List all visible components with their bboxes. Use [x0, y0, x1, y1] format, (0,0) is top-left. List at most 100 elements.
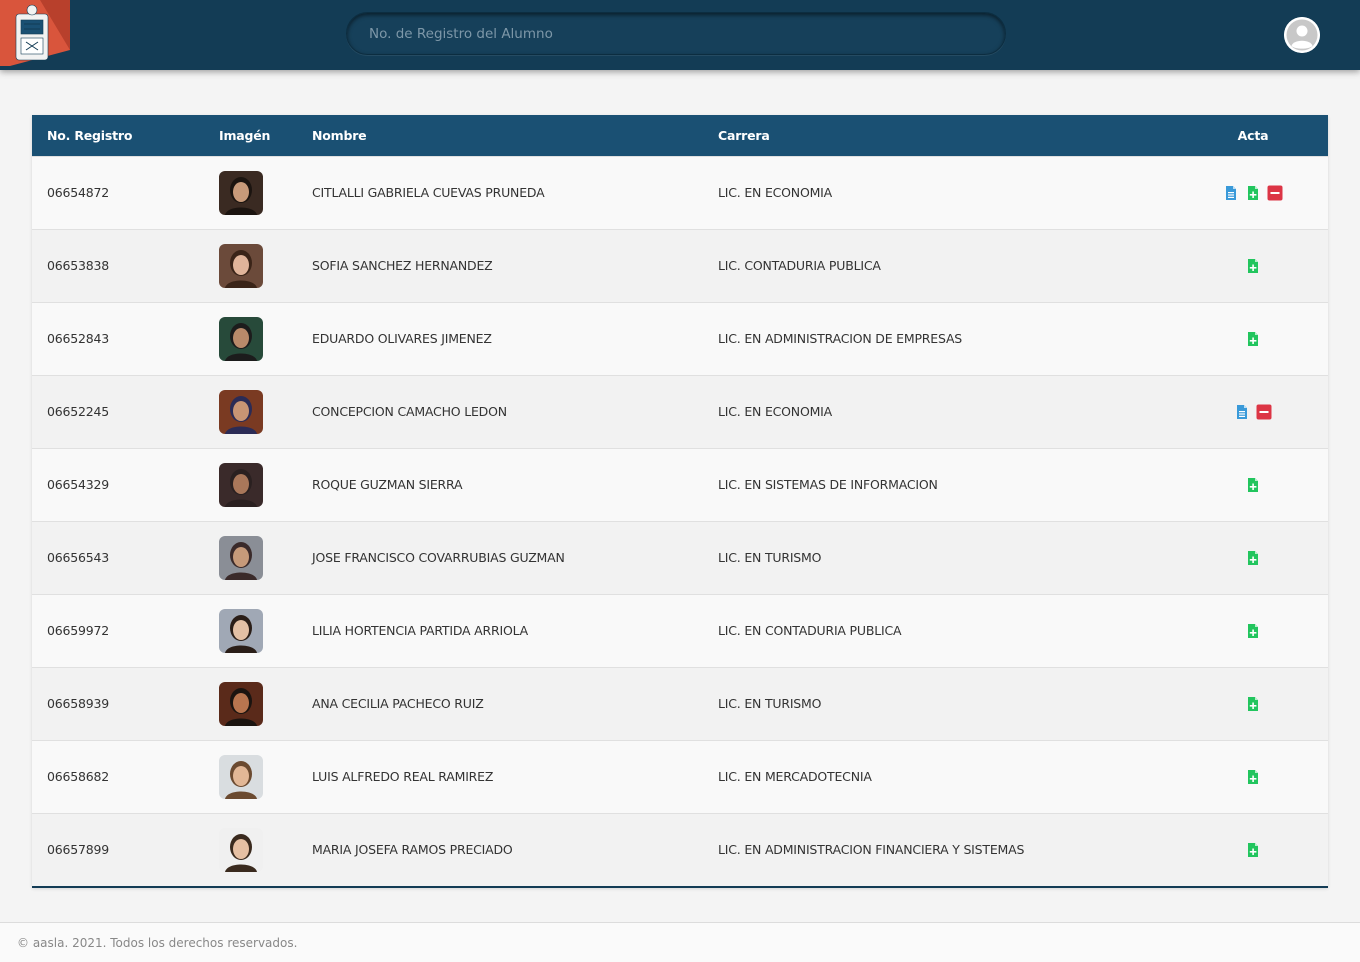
table-row[interactable]: 06652245 CONCEPCION CAMACHO LEDON LIC. EN … [32, 375, 1328, 448]
acta-actions [1245, 842, 1261, 858]
registro-cell: 06652245 [47, 404, 110, 419]
view-document-icon[interactable] [1223, 185, 1239, 201]
carrera-cell: LIC. EN TURISMO [718, 550, 822, 565]
registro-cell: 06658682 [47, 769, 110, 784]
student-photo[interactable] [219, 535, 263, 580]
table-body: 06654872 CITLALLI GABRIELA CUEVAS PRUNEDA… [32, 156, 1328, 886]
student-photo[interactable] [219, 608, 263, 653]
table-row[interactable]: 06654329 ROQUE GUZMAN SIERRA LIC. EN SISTE… [32, 448, 1328, 521]
nombre-cell: ROQUE GUZMAN SIERRA [312, 477, 463, 492]
registro-cell: 06654329 [47, 477, 110, 492]
column-header-carrera[interactable]: Carrera [703, 115, 1178, 156]
column-header-nombre[interactable]: Nombre [297, 115, 703, 156]
table-row[interactable]: 06652843 EDUARDO OLIVARES JIMENEZ LIC. EN … [32, 302, 1328, 375]
remove-icon[interactable] [1267, 185, 1283, 201]
photo-cell [204, 375, 297, 448]
carrera-cell: LIC. EN ECONOMIA [718, 404, 833, 419]
add-document-icon[interactable] [1245, 477, 1261, 493]
nombre-cell: CONCEPCION CAMACHO LEDON [312, 404, 507, 419]
acta-cell [1178, 521, 1328, 594]
students-table-card: No. Registro Imagén Nombre Carrera Acta … [32, 115, 1328, 888]
remove-icon[interactable] [1256, 404, 1272, 420]
acta-cell [1178, 229, 1328, 302]
table-row[interactable]: 06654872 CITLALLI GABRIELA CUEVAS PRUNEDA… [32, 156, 1328, 229]
registro-cell: 06654872 [47, 185, 110, 200]
add-document-icon[interactable] [1245, 258, 1261, 274]
photo-cell [204, 229, 297, 302]
registro-cell: 06659972 [47, 623, 110, 638]
column-header-acta[interactable]: Acta [1178, 115, 1328, 156]
add-document-icon[interactable] [1245, 696, 1261, 712]
student-photo[interactable] [219, 170, 263, 215]
acta-actions [1245, 258, 1261, 274]
nombre-cell: JOSE FRANCISCO COVARRUBIAS GUZMAN [312, 550, 565, 565]
search-input[interactable] [347, 13, 1005, 54]
student-photo[interactable] [219, 462, 263, 507]
nombre-cell: SOFIA SANCHEZ HERNANDEZ [312, 258, 493, 273]
top-navbar [0, 0, 1360, 70]
photo-cell [204, 302, 297, 375]
page-footer: © aasla. 2021. Todos los derechos reserv… [0, 922, 1360, 962]
user-avatar-icon[interactable] [1284, 17, 1320, 53]
photo-cell [204, 156, 297, 229]
photo-cell [204, 448, 297, 521]
student-photo[interactable] [219, 681, 263, 726]
photo-cell [204, 667, 297, 740]
university-seal-icon[interactable] [0, 0, 70, 66]
acta-cell [1178, 667, 1328, 740]
nombre-cell: CITLALLI GABRIELA CUEVAS PRUNEDA [312, 185, 545, 200]
acta-cell [1178, 740, 1328, 813]
student-photo[interactable] [219, 389, 263, 434]
table-row[interactable]: 06658939 ANA CECILIA PACHECO RUIZ LIC. EN … [32, 667, 1328, 740]
carrera-cell: LIC. EN SISTEMAS DE INFORMACION [718, 477, 938, 492]
add-document-icon[interactable] [1245, 331, 1261, 347]
view-document-icon[interactable] [1234, 404, 1250, 420]
student-photo[interactable] [219, 243, 263, 288]
photo-cell [204, 594, 297, 667]
acta-actions [1245, 550, 1261, 566]
carrera-cell: LIC. EN CONTADURIA PUBLICA [718, 623, 902, 638]
acta-actions [1245, 696, 1261, 712]
students-table: No. Registro Imagén Nombre Carrera Acta … [32, 115, 1328, 886]
add-document-icon[interactable] [1245, 623, 1261, 639]
carrera-cell: LIC. EN ECONOMIA [718, 185, 833, 200]
student-photo[interactable] [219, 754, 263, 799]
photo-cell [204, 521, 297, 594]
acta-actions [1245, 477, 1261, 493]
acta-cell [1178, 594, 1328, 667]
carrera-cell: LIC. EN TURISMO [718, 696, 822, 711]
add-document-icon[interactable] [1245, 185, 1261, 201]
nombre-cell: EDUARDO OLIVARES JIMENEZ [312, 331, 492, 346]
acta-cell [1178, 813, 1328, 886]
add-document-icon[interactable] [1245, 769, 1261, 785]
nombre-cell: MARIA JOSEFA RAMOS PRECIADO [312, 842, 513, 858]
nombre-cell: LILIA HORTENCIA PARTIDA ARRIOLA [312, 623, 529, 638]
table-row[interactable]: 06653838 SOFIA SANCHEZ HERNANDEZ LIC. CONT… [32, 229, 1328, 302]
column-header-imagen[interactable]: Imagén [204, 115, 297, 156]
carrera-cell: LIC. EN ADMINISTRACION DE EMPRESAS [718, 331, 963, 346]
table-row[interactable]: 06656543 JOSE FRANCISCO COVARRUBIAS GUZMA… [32, 521, 1328, 594]
table-row[interactable]: 06658682 LUIS ALFREDO REAL RAMIREZ LIC. EN… [32, 740, 1328, 813]
carrera-cell: LIC. EN ADMINISTRACION FINANCIERA Y SIST… [718, 842, 1025, 858]
student-photo[interactable] [219, 316, 263, 361]
student-photo[interactable] [219, 827, 263, 872]
acta-actions [1245, 331, 1261, 347]
add-document-icon[interactable] [1245, 550, 1261, 566]
nombre-cell: ANA CECILIA PACHECO RUIZ [312, 696, 484, 711]
acta-cell [1178, 156, 1328, 229]
acta-actions [1234, 404, 1272, 420]
acta-cell [1178, 302, 1328, 375]
search-bar[interactable] [346, 12, 1006, 55]
registro-cell: 06656543 [47, 550, 110, 565]
table-row[interactable]: 06659972 LILIA HORTENCIA PARTIDA ARRIOLA L… [32, 594, 1328, 667]
carrera-cell: LIC. EN MERCADOTECNIA [718, 769, 872, 784]
copyright-text: © aasla. 2021. Todos los derechos reserv… [17, 936, 298, 950]
acta-actions [1245, 769, 1261, 785]
column-header-registro[interactable]: No. Registro [32, 115, 204, 156]
carrera-cell: LIC. CONTADURIA PUBLICA [718, 258, 881, 273]
add-document-icon[interactable] [1245, 842, 1261, 858]
registro-cell: 06652843 [47, 331, 110, 346]
table-row[interactable]: 06657899 MARIA JOSEFA RAMOS PRECIADO LIC. … [32, 813, 1328, 886]
registro-cell: 06653838 [47, 258, 110, 273]
acta-cell [1178, 375, 1328, 448]
